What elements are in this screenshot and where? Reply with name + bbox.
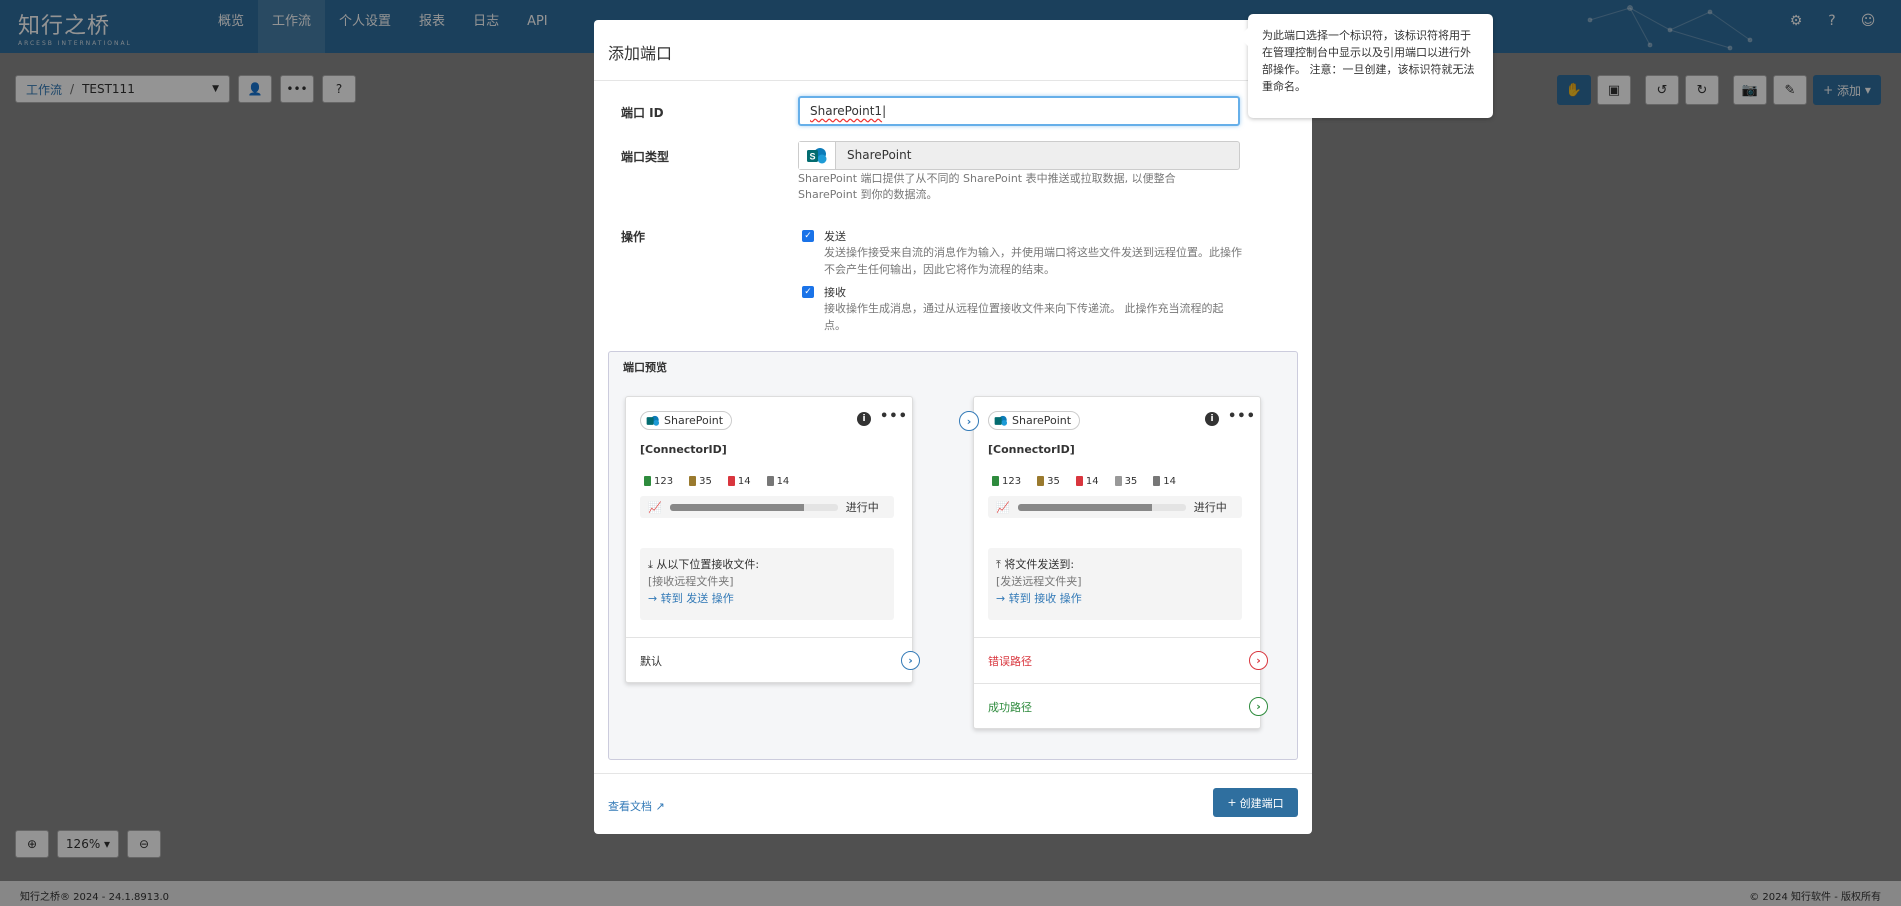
chevron-right-icon: ›: [966, 414, 972, 428]
send-preview-card: › SharePoint i ••• [ConnectorID] 123 35 …: [959, 396, 1268, 729]
sharepoint-icon: [646, 415, 660, 426]
stat-pending: 14: [763, 472, 794, 490]
chart-line-icon: 📈: [996, 500, 1010, 514]
stat-errors: 14: [1072, 472, 1103, 490]
actions-label: 操作: [621, 230, 646, 244]
create-connector-button[interactable]: + 创建端口: [1213, 788, 1298, 817]
send-option-desc: 发送操作接受来自流的消息作为输入，并使用端口将这些文件发送到远程位置。此操作不会…: [824, 246, 1242, 276]
progress-bar: [669, 503, 838, 511]
hourglass-icon: [1153, 476, 1161, 486]
file-icon: [1037, 476, 1045, 486]
stat-sent: 123: [988, 472, 1025, 490]
connector-type-label: 端口类型: [621, 150, 670, 164]
connector-type-chip: SharePoint: [640, 411, 733, 430]
go-to-send-link[interactable]: → 转到 发送 操作: [648, 590, 886, 607]
route-default-label: 默认: [640, 655, 662, 668]
external-link-icon: ↗: [655, 800, 665, 813]
receive-option-desc: 接收操作生成消息，通过从远程位置接收文件来向下传递流。 此操作充当流程的起点。: [824, 302, 1224, 332]
view-docs-link[interactable]: 查看文档 ↗: [608, 798, 665, 814]
stat-pending: 14: [1149, 472, 1180, 490]
receive-preview-card: SharePoint i ••• [ConnectorID] 123 35 14…: [625, 396, 920, 683]
file-icon: [644, 476, 651, 486]
card-connector-name: [ConnectorID]: [640, 443, 727, 456]
download-icon: ⤓: [648, 558, 653, 571]
add-connector-modal: 添加端口 端口 ID SharePoint1| 端口类型 S SharePoin…: [594, 20, 1312, 834]
ellipsis-icon[interactable]: •••: [880, 409, 908, 424]
connector-id-input[interactable]: SharePoint1|: [798, 96, 1240, 126]
route-error-label: 错误路径: [988, 655, 1032, 668]
sharepoint-icon: [994, 415, 1008, 426]
send-info-box: ⤒ 将文件发送到: [发送远程文件夹] → 转到 接收 操作: [988, 548, 1242, 620]
connector-preview-panel: 端口预览 SharePoint i ••• [ConnectorID] 123 …: [608, 351, 1298, 760]
route-default-button[interactable]: ›: [901, 651, 920, 670]
receive-option-title: 接收: [824, 286, 846, 299]
stat-errors: 14: [724, 472, 755, 490]
modal-title: 添加端口: [608, 44, 673, 63]
info-icon[interactable]: i: [1205, 412, 1219, 426]
info-icon[interactable]: i: [857, 412, 871, 426]
receive-info-box: ⤓ 从以下位置接收文件: [接收远程文件夹] → 转到 发送 操作: [640, 548, 894, 620]
chevron-right-icon: ›: [1256, 700, 1261, 713]
file-icon: [689, 476, 697, 486]
chevron-right-icon: ›: [908, 654, 913, 667]
preview-title: 端口预览: [623, 361, 667, 374]
file-icon: [1114, 476, 1122, 486]
input-port-button[interactable]: ›: [959, 411, 979, 431]
file-error-icon: [727, 476, 735, 486]
modal-footer: 查看文档 ↗ + 创建端口: [594, 773, 1312, 834]
route-success-button[interactable]: ›: [1249, 697, 1268, 716]
send-checkbox[interactable]: ✓: [802, 230, 814, 242]
progress-row: 📈 进行中: [640, 496, 894, 518]
file-error-icon: [1075, 476, 1083, 486]
stat-sent: 123: [640, 472, 677, 490]
go-to-receive-link[interactable]: → 转到 接收 操作: [996, 590, 1234, 607]
connector-id-tooltip: 为此端口选择一个标识符，该标识符将用于在管理控制台中显示以及引用端口以进行外部操…: [1239, 14, 1493, 118]
file-icon: [992, 476, 999, 486]
connector-type-chip: SharePoint: [988, 411, 1081, 430]
stat-skipped: 35: [1111, 472, 1142, 490]
modal-header: 添加端口: [594, 20, 1312, 81]
stat-queued: 35: [1033, 472, 1064, 490]
chevron-right-icon: ›: [1256, 654, 1261, 667]
svg-text:S: S: [809, 151, 815, 161]
card-connector-name: [ConnectorID]: [988, 443, 1075, 456]
connector-type-field: S SharePoint: [798, 141, 1240, 170]
progress-bar: [1017, 503, 1186, 511]
connector-type-help: SharePoint 端口提供了从不同的 SharePoint 表中推送或拉取数…: [798, 172, 1176, 201]
connector-id-label: 端口 ID: [621, 106, 664, 120]
progress-row: 📈 进行中: [988, 496, 1242, 518]
stat-queued: 35: [685, 472, 716, 490]
ellipsis-icon[interactable]: •••: [1228, 409, 1256, 424]
route-success-label: 成功路径: [988, 701, 1032, 714]
connector-type-value: SharePoint: [847, 148, 912, 162]
upload-icon: ⤒: [996, 558, 1001, 571]
receive-checkbox[interactable]: ✓: [802, 286, 814, 298]
card-stats: 123 35 14 14: [640, 472, 793, 490]
send-option-title: 发送: [824, 230, 846, 243]
sharepoint-icon: S: [807, 147, 827, 163]
route-error-button[interactable]: ›: [1249, 651, 1268, 670]
card-stats: 123 35 14 35 14: [988, 472, 1180, 490]
hourglass-icon: [766, 476, 774, 486]
chart-line-icon: 📈: [648, 500, 662, 514]
